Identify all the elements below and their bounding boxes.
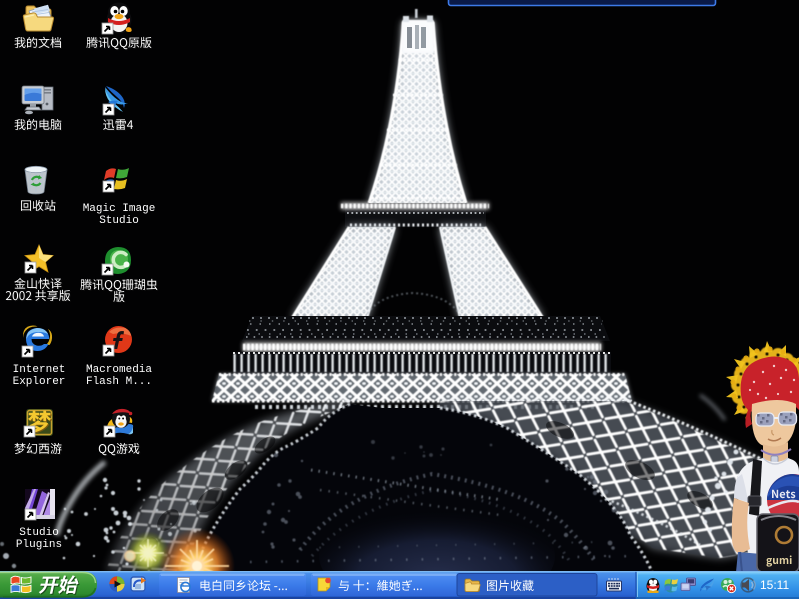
svg-text:Magic Image: Magic Image xyxy=(83,203,156,215)
svg-text:Internet: Internet xyxy=(13,364,66,376)
svg-text:Plugins: Plugins xyxy=(16,539,62,551)
svg-text:Explorer: Explorer xyxy=(13,376,66,388)
svg-text:Flash M...: Flash M... xyxy=(86,376,152,388)
svg-text:Studio: Studio xyxy=(19,527,59,539)
svg-text:15:11: 15:11 xyxy=(760,578,789,592)
svg-text:Studio: Studio xyxy=(99,215,139,227)
svg-text:Macromedia: Macromedia xyxy=(86,364,152,376)
